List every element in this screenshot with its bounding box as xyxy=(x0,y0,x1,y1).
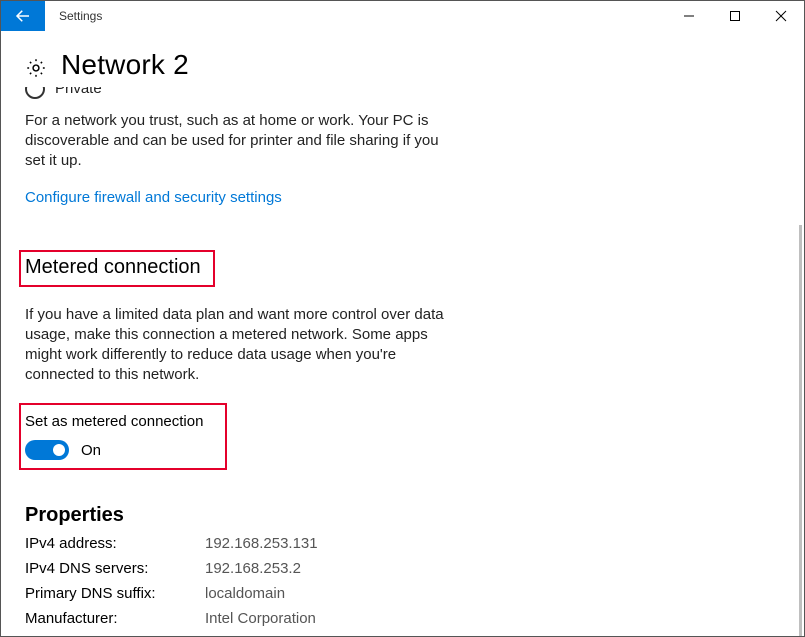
highlight-metered-toggle: Set as metered connection On xyxy=(19,403,227,470)
property-label: Manufacturer: xyxy=(25,610,205,627)
property-label: IPv4 DNS servers: xyxy=(25,560,205,577)
maximize-icon xyxy=(729,10,741,22)
scrollbar[interactable] xyxy=(799,225,802,636)
private-radio-label: Private xyxy=(55,87,102,97)
metered-toggle-state: On xyxy=(81,442,101,459)
content-area: Network 2 Private For a network you trus… xyxy=(1,31,804,636)
toggle-knob-icon xyxy=(53,444,65,456)
metered-toggle-label: Set as metered connection xyxy=(25,413,203,430)
private-description: For a network you trust, such as at home… xyxy=(25,111,455,171)
property-row: IPv4 address: 192.168.253.131 xyxy=(25,535,780,552)
metered-heading: Metered connection xyxy=(25,256,201,279)
maximize-button[interactable] xyxy=(712,1,758,31)
minimize-button[interactable] xyxy=(666,1,712,31)
property-value: Intel Corporation xyxy=(205,610,316,627)
property-label: IPv4 address: xyxy=(25,535,205,552)
back-button[interactable] xyxy=(1,1,45,31)
property-value: 192.168.253.2 xyxy=(205,560,301,577)
metered-description: If you have a limited data plan and want… xyxy=(25,305,455,385)
window-title: Settings xyxy=(45,1,666,31)
property-row: IPv4 DNS servers: 192.168.253.2 xyxy=(25,560,780,577)
private-radio-row[interactable]: Private xyxy=(25,87,780,107)
metered-toggle[interactable] xyxy=(25,440,69,460)
page-header: Network 2 xyxy=(25,49,780,81)
gear-icon xyxy=(25,57,47,79)
firewall-link[interactable]: Configure firewall and security settings xyxy=(25,189,780,206)
titlebar: Settings xyxy=(1,1,804,31)
window-controls xyxy=(666,1,804,31)
radio-icon xyxy=(25,87,45,99)
property-value: 192.168.253.131 xyxy=(205,535,318,552)
close-button[interactable] xyxy=(758,1,804,31)
property-row: Manufacturer: Intel Corporation xyxy=(25,610,780,627)
property-row: Primary DNS suffix: localdomain xyxy=(25,585,780,602)
property-value: localdomain xyxy=(205,585,285,602)
page-title: Network 2 xyxy=(61,49,189,81)
metered-toggle-row: On xyxy=(25,440,203,460)
minimize-icon xyxy=(683,10,695,22)
properties-heading: Properties xyxy=(25,504,780,527)
close-icon xyxy=(775,10,787,22)
highlight-metered-heading: Metered connection xyxy=(19,250,215,287)
settings-window: Settings Network 2 Private xyxy=(0,0,805,637)
arrow-left-icon xyxy=(14,7,32,25)
property-label: Primary DNS suffix: xyxy=(25,585,205,602)
